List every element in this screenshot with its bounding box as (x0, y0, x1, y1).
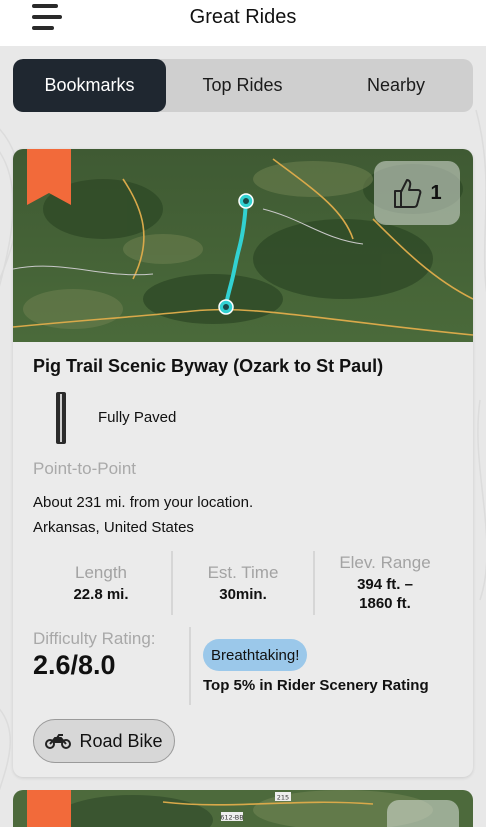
tab-nearby[interactable]: Nearby (319, 59, 473, 112)
stat-elevation-value-high: 1860 ft. (359, 595, 411, 612)
stat-divider (171, 551, 173, 615)
ride-card-next[interactable]: 612-BB 215 (13, 790, 473, 827)
bike-type-label: Road Bike (79, 730, 163, 751)
map-road-label: 612-BB (220, 814, 243, 822)
stat-elevation: Elev. Range 394 ft. – 1860 ft. (317, 553, 453, 621)
distance-text: About 231 mi. from your location. (33, 494, 254, 511)
surface-label: Fully Paved (98, 409, 177, 426)
ride-stats: Length 22.8 mi. Est. Time 30min. Elev. R… (13, 547, 473, 619)
bike-type-chip[interactable]: Road Bike (33, 719, 175, 763)
ride-title[interactable]: Pig Trail Scenic Byway (Ozark to St Paul… (33, 356, 383, 377)
stat-length-label: Length (75, 563, 127, 582)
route-map[interactable]: 612-BB 215 (13, 790, 473, 827)
stat-elevation-value-low: 394 ft. – (357, 576, 413, 593)
difficulty-value: 2.6/8.0 (33, 650, 116, 680)
tab-top-rides[interactable]: Top Rides (166, 59, 319, 112)
scenery-badge: Breathtaking! (203, 639, 308, 671)
difficulty-label: Difficulty Rating: (33, 629, 156, 648)
motorcycle-icon (45, 734, 72, 749)
location-text: Arkansas, United States (33, 519, 194, 536)
tab-bar: Bookmarks Top Rides Nearby (13, 59, 473, 112)
surface-icon (56, 392, 66, 444)
stat-time-label: Est. Time (207, 563, 279, 582)
bookmark-flag-icon[interactable] (27, 149, 71, 207)
stat-time: Est. Time 30min. (175, 563, 311, 631)
bookmark-flag-icon[interactable] (27, 790, 71, 827)
page-title: Great Rides (189, 6, 297, 28)
stat-length-value: 22.8 mi. (73, 586, 129, 603)
scenery-rank: Top 5% in Rider Scenery Rating (203, 677, 429, 694)
like-button[interactable]: 1 (374, 161, 460, 225)
like-count: 1 (430, 181, 442, 204)
map-road-label: 215 (277, 794, 289, 802)
stat-divider (313, 551, 315, 615)
route-type: Point-to-Point (33, 459, 136, 478)
thumbs-up-icon (394, 179, 422, 208)
stat-length: Length 22.8 mi. (33, 563, 169, 631)
stat-time-value: 30min. (219, 586, 267, 603)
app-header: Great Rides (0, 0, 486, 46)
stat-elevation-label: Elev. Range (339, 553, 431, 572)
difficulty-divider (189, 627, 191, 705)
tab-bookmarks[interactable]: Bookmarks (13, 59, 166, 112)
ride-card[interactable]: 1 Pig Trail Scenic Byway (Ozark to St Pa… (13, 149, 473, 777)
